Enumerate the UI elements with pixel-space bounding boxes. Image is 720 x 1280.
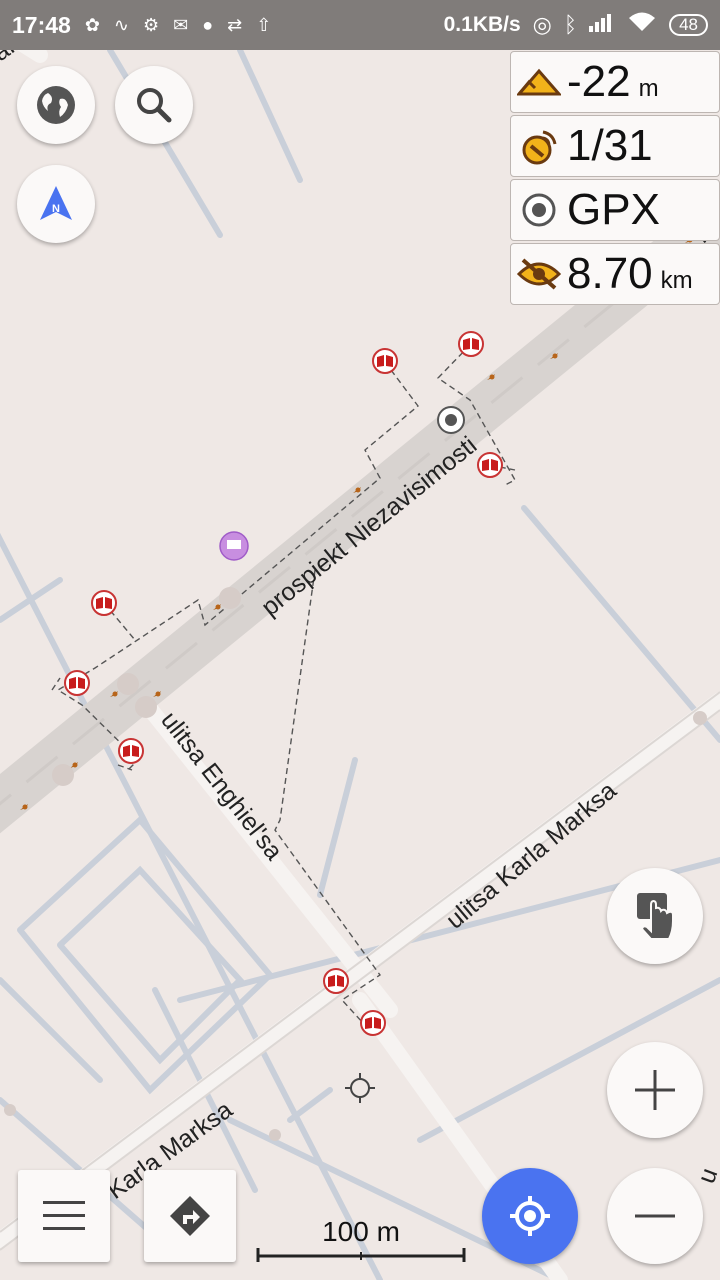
wifi-icon: [627, 11, 657, 39]
distance-value: 8.70: [567, 249, 653, 298]
gps-widget[interactable]: 1/31: [510, 115, 720, 177]
gpx-value: GPX: [567, 185, 660, 234]
signal-icon: [589, 12, 615, 38]
gpx-widget[interactable]: GPX: [510, 179, 720, 241]
upload-icon: ⇧: [256, 14, 272, 35]
chat-icon: ●: [202, 14, 214, 35]
compass-button[interactable]: N: [17, 165, 95, 243]
distance-unit: km: [660, 267, 693, 294]
zoom-in-button[interactable]: [607, 1042, 703, 1138]
bluetooth-icon: ᛒ: [563, 12, 578, 37]
directions-icon: [170, 1196, 210, 1236]
hamburger-menu-icon: [43, 1201, 85, 1230]
mail-icon: ✉: [173, 14, 189, 35]
zoom-out-button[interactable]: [607, 1168, 703, 1264]
globe-icon: [37, 86, 75, 124]
battery-indicator: 48: [669, 14, 708, 36]
map-touch-mode-button[interactable]: [607, 868, 703, 964]
notification-icons: ✿ ∿ ⚙ ✉ ● ⇄ ⇧: [85, 15, 271, 36]
status-right: 0.1KB/s ◎ ᛒ 48: [444, 0, 708, 50]
scale-bar: 100 m: [256, 1212, 466, 1262]
gpx-record-icon: [511, 192, 567, 228]
touch-hand-icon: [637, 893, 674, 940]
main-menu-button[interactable]: [18, 1170, 110, 1262]
status-bar: 17:48 ✿ ∿ ⚙ ✉ ● ⇄ ⇧ 0.1KB/s ◎ ᛒ 48: [0, 0, 720, 50]
directions-button[interactable]: [144, 1170, 236, 1262]
my-location-button[interactable]: [482, 1168, 578, 1264]
hidden-eye-icon: [511, 256, 567, 292]
search-icon: [137, 88, 172, 123]
street-label-enghielsa: ulitsa Enghiel'sa: [155, 706, 288, 865]
street-label-prospiekt: prospiekt Niezavisimosti: [256, 431, 482, 622]
settings-hex-icon: ⚙: [143, 14, 160, 35]
status-time: 17:48: [12, 11, 71, 38]
distance-widget[interactable]: 8.70 km: [510, 243, 720, 305]
map-layers-button[interactable]: [17, 66, 95, 144]
altitude-widget[interactable]: -22 m: [510, 51, 720, 113]
satellite-icon: [511, 126, 567, 166]
gps-value: 1/31: [567, 121, 653, 170]
altitude-unit: m: [638, 75, 659, 102]
net-speed: 0.1KB/s: [443, 13, 521, 36]
app-notification-icon: ✿: [84, 14, 100, 35]
location-crosshair-icon: [510, 1196, 550, 1236]
map-center-crosshair: [345, 1073, 375, 1103]
computer-poi[interactable]: [219, 531, 249, 561]
gpx-waypoint[interactable]: [437, 406, 465, 434]
squiggle-icon: ∿: [113, 14, 130, 35]
search-button[interactable]: [115, 66, 193, 144]
compass-north-icon: N: [40, 186, 72, 220]
scale-ruler: [256, 1248, 466, 1262]
svg-text:N: N: [52, 203, 60, 215]
street-label-edge-bottom-right: u: [692, 1164, 720, 1187]
altitude-icon: [511, 68, 567, 96]
plus-icon: [635, 1070, 675, 1110]
minus-icon: [635, 1214, 675, 1218]
hotspot-icon: ◎: [532, 12, 552, 37]
road-nodes: [4, 587, 707, 1141]
link-icon: ⇄: [227, 14, 243, 35]
altitude-value: -22: [567, 57, 631, 106]
info-widgets: -22 m 1/31 GPX 8.70 km: [510, 51, 720, 307]
